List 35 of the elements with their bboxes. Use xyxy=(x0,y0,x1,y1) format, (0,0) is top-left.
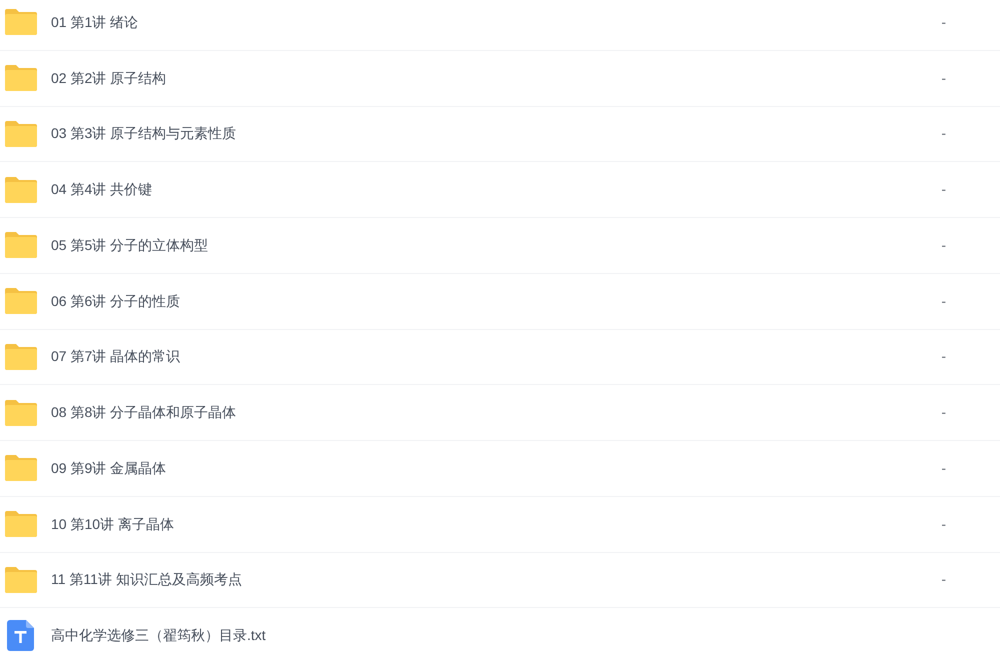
text-file-icon xyxy=(7,620,34,652)
folder-name[interactable]: 01 第1讲 绪论 xyxy=(51,12,138,33)
folder-name[interactable]: 09 第9讲 金属晶体 xyxy=(51,458,166,479)
file-size: - xyxy=(941,347,946,366)
folder-icon xyxy=(5,566,37,593)
file-size: - xyxy=(941,458,946,478)
folder-name[interactable]: 11 第11讲 知识汇总及高频考点 xyxy=(51,569,242,590)
file-name[interactable]: 高中化学选修三（翟筠秋）目录.txt xyxy=(51,625,266,646)
file-size: - xyxy=(941,68,946,88)
folder-icon xyxy=(5,232,37,258)
folder-icon xyxy=(5,455,37,482)
folder-name[interactable]: 03 第3讲 原子结构与元素性质 xyxy=(51,123,236,144)
file-size: - xyxy=(941,514,946,534)
folder-icon xyxy=(5,511,37,538)
file-size: - xyxy=(941,180,946,200)
file-size: - xyxy=(941,12,946,32)
folder-icon xyxy=(5,344,37,370)
file-size: - xyxy=(941,292,946,311)
file-size: - xyxy=(941,124,946,144)
folder-icon xyxy=(5,9,37,36)
folder-name[interactable]: 02 第2讲 原子结构 xyxy=(51,68,166,89)
folder-name[interactable]: 05 第5讲 分子的立体构型 xyxy=(51,234,208,256)
file-size: - xyxy=(941,403,946,422)
folder-icon xyxy=(5,176,37,203)
folder-name[interactable]: 04 第4讲 共价键 xyxy=(51,179,152,200)
folder-icon xyxy=(5,288,37,314)
folder-name[interactable]: 08 第8讲 分子晶体和原子晶体 xyxy=(51,402,236,424)
folder-icon xyxy=(5,65,37,92)
folder-icon xyxy=(5,120,37,147)
folder-name[interactable]: 10 第10讲 离子晶体 xyxy=(51,514,174,535)
folder-name[interactable]: 07 第7讲 晶体的常识 xyxy=(51,346,180,368)
folder-name[interactable]: 06 第6讲 分子的性质 xyxy=(51,290,180,312)
folder-icon xyxy=(5,400,37,426)
file-size: - xyxy=(941,570,946,590)
file-size: - xyxy=(941,236,946,255)
